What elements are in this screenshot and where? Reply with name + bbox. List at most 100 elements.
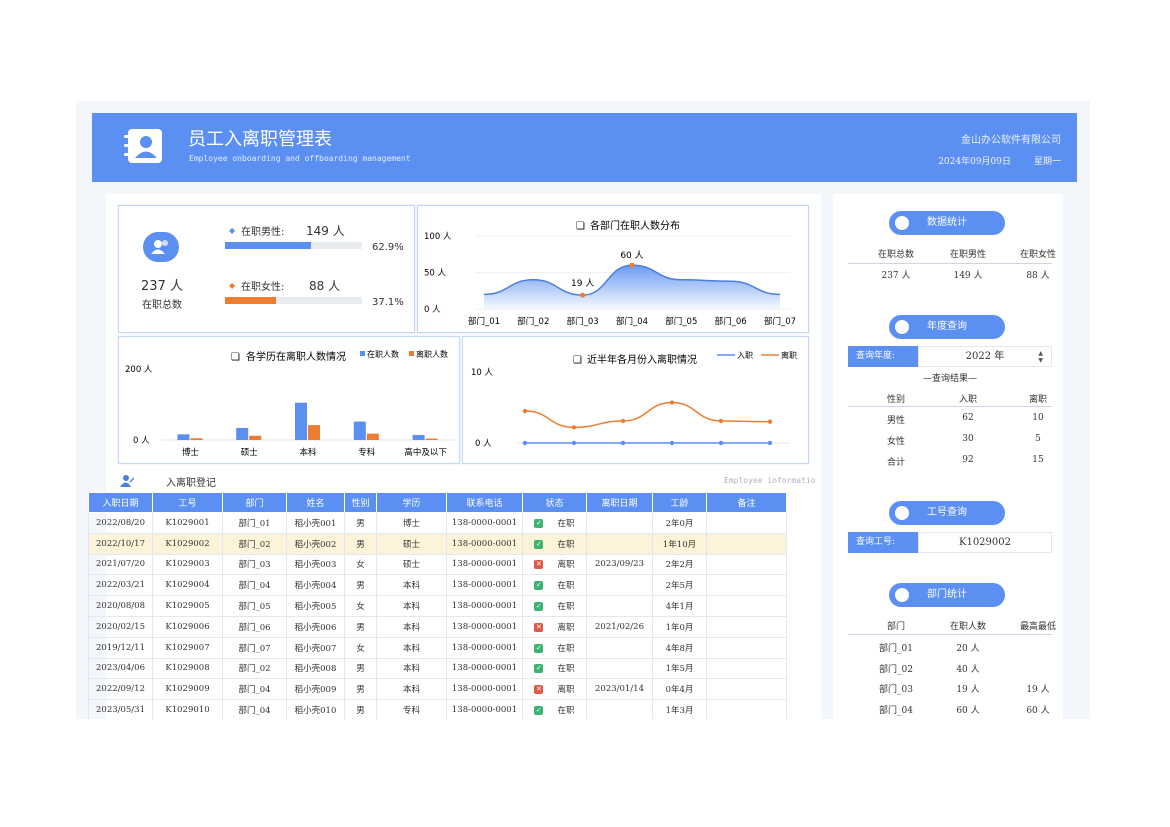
- table-cell: 2022/09/12: [88, 678, 153, 701]
- edu-bar: [177, 434, 190, 440]
- table-cell: 2023/01/14: [586, 678, 653, 701]
- table-row[interactable]: 2020/08/08 K1029005 部门_05 稻小壳005 女本科 138-0000…: [88, 595, 787, 617]
- male-progress-fill: [225, 242, 312, 249]
- monthly-point: [620, 418, 626, 424]
- table-cell: 本科: [376, 636, 447, 659]
- table-row[interactable]: 2022/10/17 K1029002 部门_02 稻小壳002 男硕士 138-0000…: [88, 532, 787, 555]
- female-progress-track: [225, 297, 362, 304]
- table-header-cell[interactable]: 备注: [706, 492, 787, 513]
- status-text: 离职: [557, 622, 575, 633]
- query-result-title: —查询结果—: [922, 374, 977, 384]
- dept-divider: [848, 634, 1052, 635]
- table-row[interactable]: 2023/04/06 K1029008 部门_02 稻小壳008 男本科 138-0000…: [88, 657, 787, 680]
- spinner-icon[interactable]: ▲ ▼: [1038, 350, 1043, 364]
- year-query-button[interactable]: 年度查询: [889, 315, 1005, 339]
- dept-y-tick: 0 人: [424, 305, 441, 315]
- dept-stats-button[interactable]: 部门统计: [889, 583, 1005, 607]
- table-cell: ✓ 在职: [522, 699, 587, 719]
- dept-header-cell: 最高最低: [1019, 622, 1056, 632]
- table-cell: 男: [344, 532, 377, 555]
- table-cell: 2年2月: [652, 553, 707, 576]
- edu-chart-card: ❏ 各学历在离职人数情况 在职人数 离职人数 200 人 0 人博士 硕士 本科 专科 高中及以下: [118, 336, 460, 464]
- monthly-chart-title: 近半年各月份入离职情况: [587, 353, 697, 366]
- table-row[interactable]: 2022/03/21 K1029004 部门_04 稻小壳004 男本科 138-0000…: [88, 574, 787, 597]
- monthly-legend-out: 离职: [781, 350, 797, 360]
- table-cell: 2022/08/20: [88, 512, 153, 534]
- year-query-input[interactable]: 2022 年 ▲ ▼: [918, 346, 1052, 367]
- dept-max-point: [629, 262, 635, 268]
- table-cell: 138-0000-0001: [446, 532, 523, 555]
- status-text: 在职: [557, 664, 575, 675]
- table-cell: K1029010: [152, 699, 223, 719]
- edu-legend-swatch-on: [360, 351, 365, 356]
- table-row[interactable]: 2022/08/20 K1029001 部门_01 稻小壳001 男博士 138-0000…: [88, 512, 787, 534]
- table-row[interactable]: 2022/09/12 K1029009 部门_04 稻小壳009 男本科 138-0000…: [88, 678, 787, 701]
- monthly-line-out: [524, 401, 771, 429]
- table-cell: [706, 678, 787, 701]
- data-stats-button[interactable]: 数据统计: [889, 211, 1005, 235]
- table-cell: [706, 595, 787, 617]
- dept-stats-cell: 40 人: [956, 664, 980, 675]
- table-cell: 138-0000-0001: [446, 615, 523, 638]
- table-cell: 稻小壳005: [286, 595, 345, 617]
- edu-bar: [295, 402, 307, 440]
- search-icon: [895, 320, 909, 334]
- table-cell: 部门_05: [222, 595, 287, 617]
- dept-stats-cell: 19 人: [956, 685, 980, 695]
- table-cell: 2022/10/17: [88, 532, 153, 555]
- table-cell: ✓ 在职: [522, 574, 587, 597]
- year-header-cell: 性别: [886, 395, 905, 405]
- table-cell: 稻小壳010: [286, 699, 345, 719]
- monthly-chart-title-icon: ❏: [573, 355, 582, 366]
- edu-x-label: 硕士: [241, 447, 259, 458]
- table-row[interactable]: 2020/02/15 K1029006 部门_06 稻小壳006 男本科 138-0000…: [88, 615, 787, 638]
- register-title: 入离职登记: [166, 478, 216, 489]
- table-cell: 2020/08/08: [88, 595, 153, 617]
- table-cell: 女: [344, 553, 377, 576]
- table-cell: 2021/07/20: [88, 553, 153, 576]
- header-banner: 员工入离职管理表 Employee onboarding and offboar…: [92, 113, 1077, 182]
- table-header-cell[interactable]: 工龄: [652, 492, 707, 513]
- table-cell: 部门_01: [222, 512, 287, 534]
- id-query-input[interactable]: K1029002: [918, 532, 1052, 553]
- table-header-cell[interactable]: 工号: [152, 492, 223, 513]
- table-cell: 稻小壳007: [286, 636, 345, 659]
- table-row[interactable]: 2023/05/31 K1029010 部门_04 稻小壳010 男专科 138-0000…: [88, 699, 787, 719]
- table-cell: 硕士: [376, 532, 447, 555]
- table-header-cell[interactable]: 联系电话: [446, 492, 523, 513]
- dashboard-sheet: 员工入离职管理表 Employee onboarding and offboar…: [76, 101, 1090, 719]
- table-header-cell[interactable]: 离职日期: [586, 492, 653, 513]
- table-row[interactable]: 2019/12/11 K1029007 部门_07 稻小壳007 女本科 138-0000…: [88, 636, 787, 659]
- year-result-cell: 女性: [886, 437, 905, 447]
- male-percent: 62.9%: [372, 242, 404, 253]
- edu-bar: [190, 438, 203, 440]
- table-cell: 男: [344, 657, 377, 680]
- table-row[interactable]: 2021/07/20 K1029003 部门_03 稻小壳003 女硕士 138-0000…: [88, 553, 787, 576]
- table-cell: 硕士: [376, 553, 447, 576]
- table-cell: [706, 699, 787, 719]
- table-header-cell[interactable]: 部门: [222, 492, 287, 513]
- table-header-cell[interactable]: 性别: [344, 492, 377, 513]
- year-result-cell: 10: [1032, 413, 1044, 423]
- table-cell: K1029008: [152, 657, 223, 680]
- people-icon: [143, 232, 179, 262]
- edu-bar: [412, 435, 425, 440]
- table-cell: 稻小壳009: [286, 678, 345, 701]
- table-cell: [586, 657, 653, 680]
- table-header-cell[interactable]: 姓名: [286, 492, 345, 513]
- table-header-cell[interactable]: 状态: [522, 492, 587, 513]
- employee-table: 入职日期 工号 部门 姓名 性别 学历 联系电话 状态 离职日期 工龄 备注 2022/08/20 K…: [88, 492, 787, 719]
- dept-y-tick: 100 人: [424, 232, 452, 242]
- table-header-cell[interactable]: 学历: [376, 492, 447, 513]
- id-query-button[interactable]: 工号查询: [889, 501, 1005, 525]
- table-cell: 2023/05/31: [88, 699, 153, 719]
- table-cell: 138-0000-0001: [446, 574, 523, 597]
- table-cell: 博士: [376, 512, 447, 534]
- check-icon: ✓: [534, 602, 544, 612]
- edu-y-tick: 200 人: [125, 365, 153, 375]
- status-text: 离职: [557, 560, 575, 571]
- stats-value-cell: 88 人: [1026, 271, 1050, 281]
- id-query-label-cell: 查询工号:: [848, 532, 918, 553]
- table-header-cell[interactable]: 入职日期: [88, 492, 153, 513]
- female-value: 88 人: [309, 279, 341, 293]
